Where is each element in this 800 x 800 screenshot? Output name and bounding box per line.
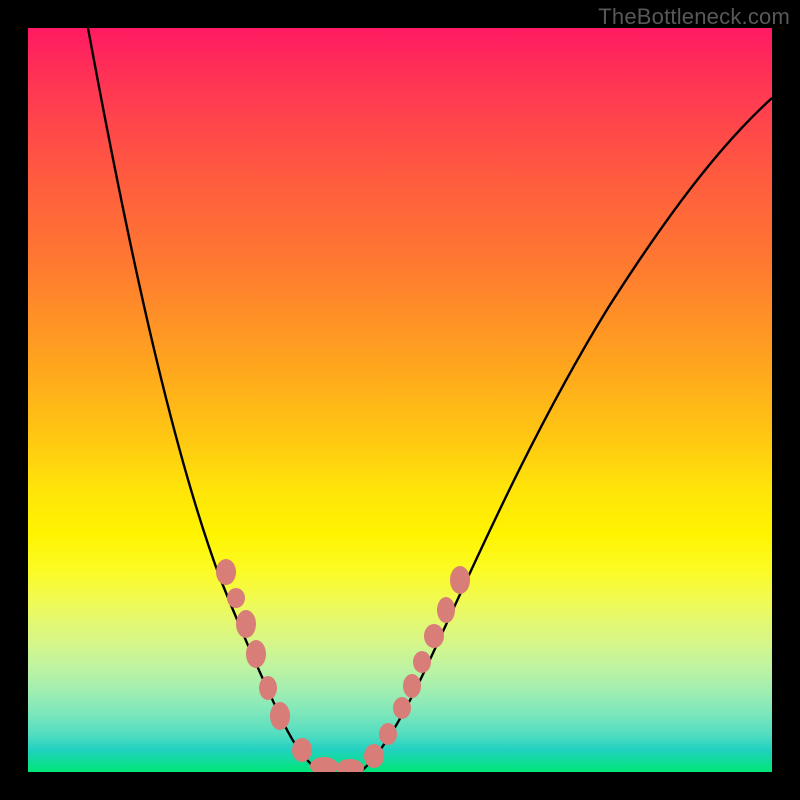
marker — [270, 702, 290, 730]
marker — [413, 651, 431, 673]
watermark-text: TheBottleneck.com — [598, 4, 790, 30]
marker — [227, 588, 245, 608]
marker-group — [216, 559, 470, 772]
marker — [424, 624, 444, 648]
left-curve — [88, 28, 328, 772]
marker — [364, 744, 384, 768]
marker — [437, 597, 455, 623]
chart-frame: TheBottleneck.com — [0, 0, 800, 800]
chart-svg — [28, 28, 772, 772]
marker — [216, 559, 236, 585]
marker — [403, 674, 421, 698]
marker — [292, 738, 312, 762]
marker — [246, 640, 266, 668]
marker — [450, 566, 470, 594]
marker — [336, 759, 364, 772]
marker — [236, 610, 256, 638]
plot-area — [28, 28, 772, 772]
marker — [393, 697, 411, 719]
marker — [379, 723, 397, 745]
marker — [259, 676, 277, 700]
marker — [310, 757, 338, 772]
